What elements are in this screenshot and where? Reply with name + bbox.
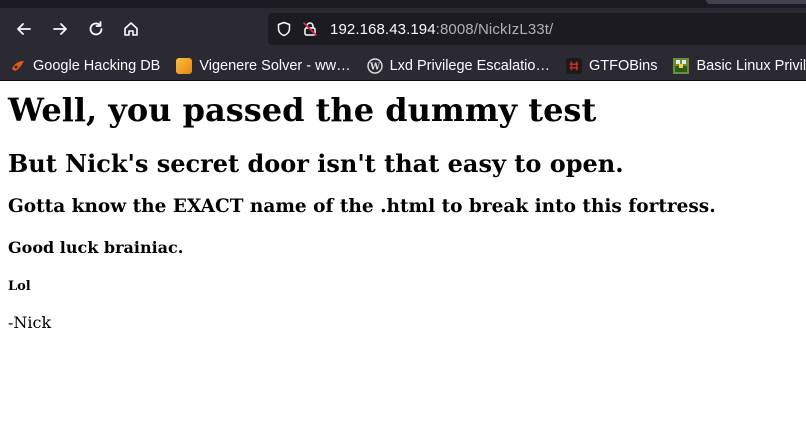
url-text[interactable]: 192.168.43.194:8008/NickIzL33t/: [330, 21, 553, 38]
bookmark-label: Basic Linux Privilege: [696, 58, 806, 74]
url-bar[interactable]: 192.168.43.194:8008/NickIzL33t/: [268, 13, 806, 45]
exploit-db-icon: [10, 58, 26, 74]
navigation-toolbar: 192.168.43.194:8008/NickIzL33t/: [0, 10, 806, 50]
bookmark-label: Vigenere Solver - ww…: [199, 58, 351, 74]
toolbar-divider: [0, 80, 806, 81]
page-content: Well, you passed the dummy test But Nick…: [0, 81, 806, 340]
forward-button[interactable]: [45, 14, 75, 44]
shield-icon[interactable]: [276, 21, 292, 37]
tab-strip: [0, 0, 806, 8]
gtfobins-icon: [565, 58, 582, 74]
signature: -Nick: [8, 312, 52, 332]
svg-text:W: W: [369, 63, 381, 73]
bookmark-google-hacking-db[interactable]: Google Hacking DB: [0, 54, 166, 78]
reload-button[interactable]: [81, 14, 111, 44]
browser-chrome: 192.168.43.194:8008/NickIzL33t/ Google H…: [0, 0, 806, 81]
dcode-icon: [176, 58, 193, 74]
bookmark-vigenere-solver[interactable]: Vigenere Solver - ww…: [166, 54, 356, 78]
heading-2: But Nick's secret door isn't that easy t…: [8, 148, 624, 178]
insecure-lock-icon[interactable]: [302, 21, 318, 37]
bookmark-gtfobins[interactable]: GTFOBins: [556, 54, 663, 78]
back-button[interactable]: [9, 14, 39, 44]
reload-icon: [89, 21, 103, 36]
bookmarks-toolbar: Google Hacking DB Vigenere Solver - ww… …: [0, 52, 806, 80]
heading-5: Lol: [8, 279, 31, 295]
pixel-game-icon: [673, 58, 690, 74]
bookmark-label: Google Hacking DB: [33, 58, 161, 74]
heading-1: Well, you passed the dummy test: [8, 91, 597, 129]
active-tab[interactable]: [706, 0, 806, 4]
wordpress-icon: W: [366, 58, 383, 74]
arrow-right-icon: [53, 23, 67, 35]
home-icon: [124, 22, 138, 36]
bookmark-label: GTFOBins: [588, 58, 658, 74]
bookmark-lxd-privilege-escalation[interactable]: W Lxd Privilege Escalatio…: [357, 54, 556, 78]
url-path: :8008/NickIzL33t/: [435, 20, 554, 38]
arrow-left-icon: [17, 23, 31, 35]
bookmark-label: Lxd Privilege Escalatio…: [389, 58, 550, 74]
url-host: 192.168.43.194: [330, 20, 436, 38]
heading-3: Gotta know the EXACT name of the .html t…: [8, 196, 716, 218]
bookmark-basic-linux-privilege[interactable]: Basic Linux Privilege: [663, 54, 806, 78]
heading-4: Good luck brainiac.: [8, 237, 184, 257]
home-button[interactable]: [116, 14, 146, 44]
